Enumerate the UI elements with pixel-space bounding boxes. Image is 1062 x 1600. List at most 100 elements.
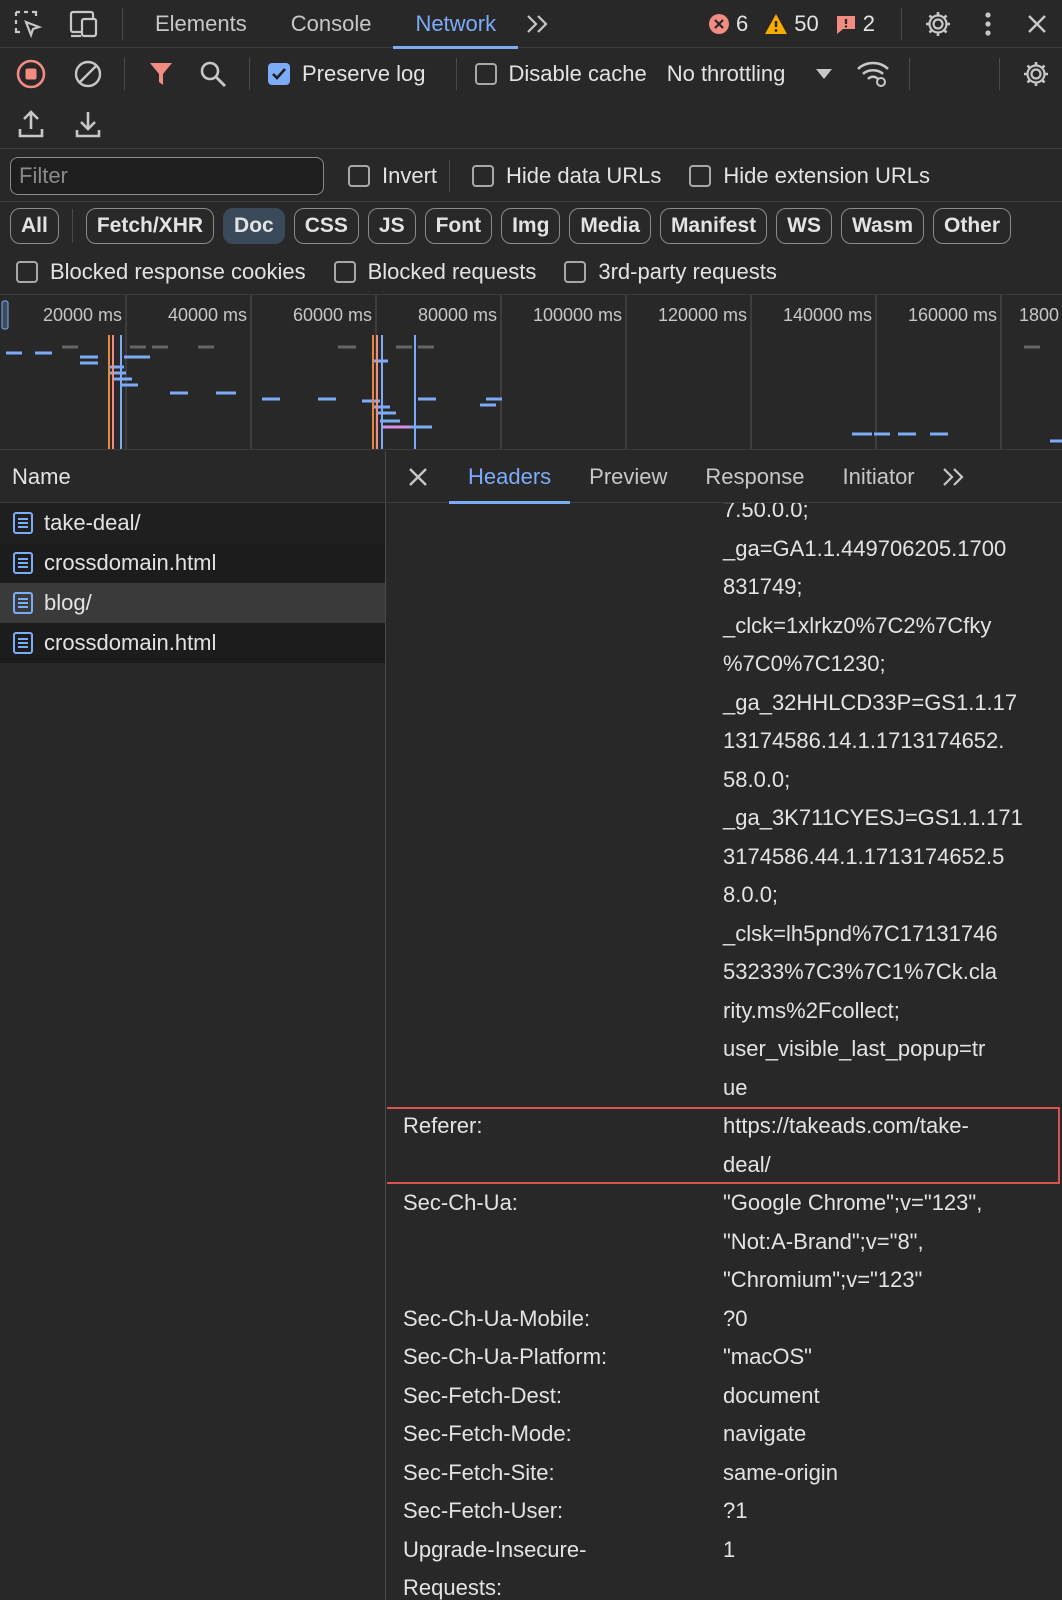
name-column-header[interactable]: Name xyxy=(0,451,385,503)
divider xyxy=(909,58,911,90)
request-name: crossdomain.html xyxy=(44,630,217,655)
header-value-line: %7C0%7C1230; xyxy=(723,651,886,676)
hide-extension-urls-checkbox[interactable]: Hide extension URLs xyxy=(689,163,930,189)
tab-preview[interactable]: Preview xyxy=(570,451,686,503)
divider xyxy=(249,58,250,90)
header-value-line: 3174586.44.1.1713174652.5 xyxy=(723,843,1005,869)
header-name: Sec-Fetch-Dest: xyxy=(403,1382,562,1408)
tab-initiator[interactable]: Initiator xyxy=(823,451,933,503)
header-row: 7.50.0.0; _ga=GA1.1.449706205.1700 831749;… xyxy=(387,491,1062,1107)
checkbox-box xyxy=(348,164,370,187)
type-css[interactable]: CSS xyxy=(293,208,359,244)
export-har-icon[interactable] xyxy=(62,99,114,149)
header-value-line: ue xyxy=(723,1074,748,1100)
disable-cache-checkbox[interactable]: Disable cache xyxy=(474,61,647,87)
third-party-checkbox[interactable]: 3rd-party requests xyxy=(564,259,777,285)
header-value-line: 58.0.0; xyxy=(723,766,791,792)
header-name: Referer: xyxy=(403,1113,483,1138)
document-icon xyxy=(12,551,34,575)
header-name xyxy=(387,491,723,1107)
blocked-cookies-label: Blocked response cookies xyxy=(50,258,306,284)
preserve-log-label: Preserve log xyxy=(302,61,426,86)
request-row-selected[interactable]: blog/ xyxy=(0,583,385,623)
throttling-select[interactable]: No throttling xyxy=(667,61,834,87)
tab-network[interactable]: Network xyxy=(393,0,518,49)
throttling-value: No throttling xyxy=(666,61,786,86)
close-detail-icon[interactable] xyxy=(387,451,449,503)
timeline-overview[interactable]: 20000 ms 40000 ms 60000 ms 80000 ms 1000… xyxy=(0,295,1062,450)
more-options-icon[interactable] xyxy=(964,0,1012,48)
header-value-line: _ga_3K711CYESJ=GS1.1.171 xyxy=(723,805,1023,830)
document-icon xyxy=(12,591,34,615)
tab-elements[interactable]: Elements xyxy=(133,0,269,48)
divider xyxy=(122,7,123,40)
tab-console[interactable]: Console xyxy=(269,0,394,48)
header-value-line: "Not:A-Brand";v="8", xyxy=(723,1228,924,1254)
third-party-label: 3rd-party requests xyxy=(598,258,777,284)
invert-checkbox[interactable]: Invert xyxy=(348,163,437,189)
network-settings-gear-icon[interactable] xyxy=(1010,49,1062,99)
hide-data-urls-checkbox[interactable]: Hide data URLs xyxy=(472,163,661,189)
type-js[interactable]: JS xyxy=(367,208,416,244)
import-har-icon[interactable] xyxy=(0,99,62,149)
header-value-line: deal/ xyxy=(723,1151,771,1177)
preserve-log-checkbox[interactable]: Preserve log xyxy=(268,61,426,87)
header-value-line: _clsk=lh5pnd%7C17131746 xyxy=(723,920,998,946)
request-row[interactable]: crossdomain.html xyxy=(0,623,385,663)
stop-recording-icon[interactable] xyxy=(0,49,62,99)
header-value: ?0 xyxy=(723,1300,1033,1339)
clear-icon[interactable] xyxy=(62,49,114,99)
blocked-cookies-checkbox[interactable]: Blocked response cookies xyxy=(16,259,306,285)
tick-label: 120000 ms xyxy=(658,305,747,325)
tick-label: 40000 ms xyxy=(168,305,247,325)
type-doc[interactable]: Doc xyxy=(223,208,285,244)
warning-count: 50 xyxy=(794,10,819,36)
close-icon[interactable] xyxy=(1012,0,1062,48)
header-row: Upgrade-Insecure- Requests: 1 xyxy=(387,1531,1062,1600)
type-all[interactable]: All xyxy=(10,208,59,244)
tab-headers[interactable]: Headers xyxy=(449,451,571,504)
type-ws[interactable]: WS xyxy=(776,208,832,244)
filter-funnel-icon[interactable] xyxy=(135,49,187,99)
header-value-line: _ga_32HHLCD33P=GS1.1.17 xyxy=(723,689,1018,715)
network-conditions-icon[interactable] xyxy=(847,49,899,99)
warning-count-badge[interactable]: 50 xyxy=(764,10,819,37)
request-headers-list: 7.50.0.0; _ga=GA1.1.449706205.1700 831749;… xyxy=(387,491,1062,1600)
header-name: Sec-Fetch-Mode: xyxy=(403,1421,572,1446)
invert-label: Invert xyxy=(382,162,438,188)
checkbox-box xyxy=(16,260,38,283)
search-icon[interactable] xyxy=(187,49,239,99)
type-wasm[interactable]: Wasm xyxy=(840,208,925,244)
filter-input[interactable]: Filter xyxy=(10,156,324,195)
header-value-line: https://takeads.com/take- xyxy=(723,1113,969,1138)
header-value-line: same-origin xyxy=(723,1459,838,1485)
type-manifest[interactable]: Manifest xyxy=(659,208,768,244)
header-row: Sec-Fetch-Mode: navigate xyxy=(387,1415,1062,1454)
inspect-element-icon[interactable] xyxy=(0,0,56,48)
header-value: https://takeads.com/take-deal/ xyxy=(723,1107,1033,1184)
request-row[interactable]: crossdomain.html xyxy=(0,543,385,583)
warning-icon xyxy=(764,13,788,35)
type-media[interactable]: Media xyxy=(569,208,651,244)
header-value: document xyxy=(723,1377,1033,1416)
more-tabs-icon[interactable] xyxy=(518,0,558,48)
header-value: 7.50.0.0; _ga=GA1.1.449706205.1700 831749;… xyxy=(723,491,1033,1107)
request-row[interactable]: take-deal/ xyxy=(0,503,385,543)
more-detail-tabs-icon[interactable] xyxy=(934,451,974,503)
device-toolbar-icon[interactable] xyxy=(56,0,112,48)
blocked-requests-checkbox[interactable]: Blocked requests xyxy=(333,259,536,285)
header-value-line: document xyxy=(723,1382,820,1408)
header-value: navigate xyxy=(723,1415,1033,1454)
type-fetch-xhr[interactable]: Fetch/XHR xyxy=(85,208,215,244)
network-toolbar: Preserve log Disable cache No throttling xyxy=(0,49,1062,99)
type-font[interactable]: Font xyxy=(424,208,493,244)
tab-response[interactable]: Response xyxy=(686,451,823,503)
header-name: Sec-Fetch-User: xyxy=(403,1498,564,1523)
settings-gear-icon[interactable] xyxy=(912,0,964,48)
issues-count-badge[interactable]: 2 xyxy=(835,11,875,37)
type-other[interactable]: Other xyxy=(933,208,1012,244)
timeline-range-handle xyxy=(1,300,9,330)
error-count-badge[interactable]: 6 xyxy=(708,11,748,37)
type-img[interactable]: Img xyxy=(501,208,561,244)
filter-bar: Filter Invert Hide data URLs Hide extens… xyxy=(0,150,1062,202)
